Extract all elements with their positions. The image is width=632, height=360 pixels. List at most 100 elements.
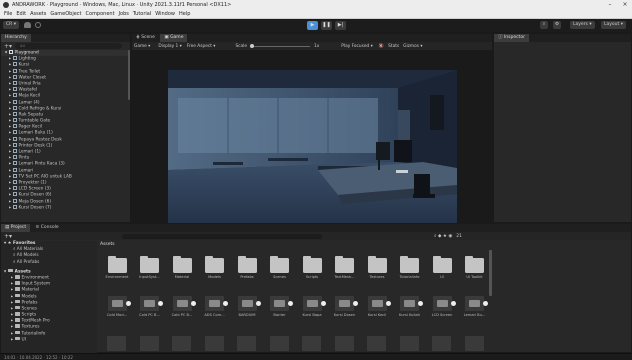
asset-model[interactable]: LCD Screen: [430, 296, 456, 317]
cloud-icon[interactable]: [24, 22, 31, 28]
asset-grid-scrollbar[interactable]: [489, 250, 492, 296]
tab-hierarchy[interactable]: Hierarchy: [1, 34, 31, 42]
asset-folder[interactable]: Scenes: [268, 256, 292, 279]
gameobject-icon: [12, 68, 17, 73]
expand-prefab-icon[interactable]: [223, 301, 228, 306]
step-button[interactable]: ▶|: [335, 21, 346, 30]
asset-model-thumbnail[interactable]: [237, 336, 256, 351]
expand-prefab-icon[interactable]: [450, 301, 456, 306]
asset-model[interactable]: Barrier: [268, 296, 293, 317]
collab-icon[interactable]: [35, 22, 41, 28]
asset-model[interactable]: Cold Mod...: [105, 296, 131, 317]
tab-game[interactable]: ▣ Game: [160, 34, 188, 42]
asset-model-thumbnail[interactable]: [172, 336, 191, 351]
asset-folder-item[interactable]: ▸ UI: [1, 336, 97, 343]
asset-model[interactable]: Lemari Bu...: [463, 296, 488, 317]
expand-prefab-icon[interactable]: [158, 301, 163, 306]
asset-model-thumbnail[interactable]: [107, 336, 126, 351]
asset-folder[interactable]: UI Toolkit: [463, 256, 487, 279]
scale-slider-handle[interactable]: [250, 43, 254, 48]
asset-model[interactable]: BARDIUM: [235, 296, 261, 317]
menu-window[interactable]: Window: [155, 10, 175, 18]
asset-model-thumbnail[interactable]: [139, 336, 159, 351]
menu-jobs[interactable]: Jobs: [119, 10, 129, 18]
layout-dropdown[interactable]: Layout ▾: [601, 21, 627, 29]
expand-prefab-icon[interactable]: [125, 301, 131, 306]
aspect-dropdown[interactable]: Free Aspect ▾: [187, 44, 216, 49]
asset-model[interactable]: ADS Com...: [203, 296, 228, 317]
hierarchy-scrollbar[interactable]: [128, 50, 130, 100]
gear-icon[interactable]: ⚙: [553, 21, 561, 29]
expand-prefab-icon[interactable]: [255, 301, 261, 306]
play-focused-dropdown[interactable]: Play Focused ▾: [341, 44, 373, 49]
layers-dropdown[interactable]: Layers ▾: [570, 21, 595, 29]
expand-prefab-icon[interactable]: [288, 301, 293, 306]
asset-model-thumbnail[interactable]: [204, 336, 224, 351]
asset-folder[interactable]: TextMesh...: [333, 256, 357, 279]
project-search-input[interactable]: [122, 233, 323, 239]
asset-model[interactable]: Kursi Kuliah: [398, 296, 423, 317]
game-view[interactable]: [168, 70, 457, 229]
tab-console[interactable]: ≡ Console: [32, 224, 63, 232]
asset-folder[interactable]: Prefabs: [235, 256, 259, 279]
asset-model[interactable]: Cold PC B...: [138, 296, 163, 317]
minimize-button[interactable]: –: [603, 0, 617, 10]
asset-folder[interactable]: Environment: [105, 256, 129, 279]
pause-button[interactable]: ❚❚: [321, 21, 332, 30]
asset-model-thumbnail[interactable]: [269, 336, 289, 351]
asset-folder[interactable]: Scripts: [300, 256, 324, 279]
asset-folder[interactable]: UI: [430, 256, 454, 279]
expand-prefab-icon[interactable]: [190, 301, 196, 306]
play-button[interactable]: ▶: [307, 21, 318, 30]
asset-model[interactable]: Kursi Kecil: [365, 296, 391, 317]
favorite-item[interactable]: ⌕ All Prefabs: [1, 260, 97, 266]
hierarchy-search-input[interactable]: All: [15, 43, 122, 49]
expand-prefab-icon[interactable]: [320, 301, 326, 306]
menu-file[interactable]: File: [4, 10, 12, 18]
asset-model-thumbnail[interactable]: [334, 336, 354, 351]
tab-scene[interactable]: ⋕ Scene: [132, 34, 159, 42]
menu-help[interactable]: Help: [179, 10, 190, 18]
menu-tutorial[interactable]: Tutorial: [133, 10, 151, 18]
display-dropdown[interactable]: Display 1 ▾: [158, 44, 181, 49]
gizmos-dropdown[interactable]: Gizmos ▾: [403, 44, 422, 49]
expand-prefab-icon[interactable]: [385, 301, 391, 306]
menu-assets[interactable]: Assets: [30, 10, 46, 18]
expand-prefab-icon[interactable]: [483, 301, 488, 306]
menu-edit[interactable]: Edit: [16, 10, 26, 18]
asset-model-thumbnail[interactable]: [432, 336, 451, 351]
asset-model-thumbnail[interactable]: [464, 336, 484, 351]
breadcrumb[interactable]: Assets: [97, 241, 632, 249]
asset-folder[interactable]: Tutorialinfo: [398, 256, 422, 279]
tab-project[interactable]: ▤ Project: [1, 224, 31, 232]
expand-prefab-icon[interactable]: [353, 301, 358, 306]
asset-folder-label: Textures: [21, 325, 40, 331]
asset-model[interactable]: Cold PC B...: [170, 296, 196, 317]
hierarchy-item[interactable]: ▸ Kursi Dosen (7): [1, 204, 130, 211]
asset-model[interactable]: Kursi Bapa: [300, 296, 326, 317]
model-icon: [335, 296, 358, 311]
asset-model-thumbnail[interactable]: [367, 336, 386, 351]
search-icon[interactable]: ⌕: [540, 21, 548, 29]
asset-model-thumbnail[interactable]: [399, 336, 419, 351]
scale-slider[interactable]: [250, 43, 310, 48]
close-button[interactable]: ×: [618, 0, 632, 10]
menu-gameobject[interactable]: GameObject: [50, 10, 81, 18]
asset-model-thumbnail[interactable]: [302, 336, 321, 351]
asset-folder[interactable]: Textures: [365, 256, 389, 279]
menu-component[interactable]: Component: [86, 10, 115, 18]
project-toolbar-icons[interactable]: ⌕ ◆ ★ ◉: [434, 233, 452, 239]
account-button[interactable]: CR ▾: [3, 21, 19, 29]
project-add-icon[interactable]: +▾: [4, 233, 12, 240]
tab-inspector[interactable]: ⓘ Inspector: [494, 34, 529, 42]
game-dropdown[interactable]: Game ▾: [134, 44, 150, 49]
add-icon[interactable]: +▾: [4, 43, 12, 50]
asset-model[interactable]: Kursi Dosen: [333, 296, 358, 317]
stats-button[interactable]: Stats: [388, 44, 399, 49]
mute-audio-icon[interactable]: 🔇: [379, 44, 384, 49]
expand-prefab-icon[interactable]: [418, 301, 423, 306]
asset-folder[interactable]: InputSyst...: [138, 256, 162, 279]
asset-folder[interactable]: Material: [170, 256, 194, 279]
folder-icon: [14, 312, 20, 316]
asset-folder[interactable]: Models: [203, 256, 227, 279]
